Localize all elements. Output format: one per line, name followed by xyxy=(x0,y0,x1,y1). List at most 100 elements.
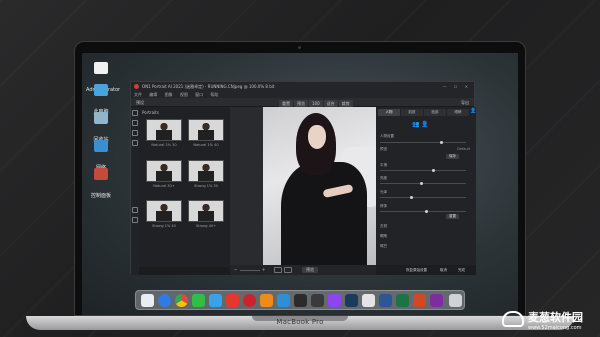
safari-icon[interactable] xyxy=(158,294,171,307)
window-title: ON1 Portrait AI 2021 (迷雅卓定) - RUNNING.CN… xyxy=(142,84,275,89)
preview-button[interactable]: 预览 xyxy=(294,100,308,107)
slider-knob[interactable] xyxy=(420,182,423,185)
portrait-thumbnail-image xyxy=(198,123,214,140)
powerpoint-icon[interactable] xyxy=(413,294,426,307)
menu-item-view[interactable]: 视图 xyxy=(180,92,188,97)
compare-tool-icon[interactable] xyxy=(132,217,138,223)
twitch-icon[interactable] xyxy=(328,294,341,307)
face-tool-icon[interactable] xyxy=(132,110,138,116)
menu-item-file[interactable]: 文件 xyxy=(134,92,142,97)
single-view-icon[interactable] xyxy=(274,267,282,273)
face-selector-icons[interactable]: 👥 👤 xyxy=(412,121,429,128)
vscode-icon[interactable] xyxy=(277,294,290,307)
control-panel-icon xyxy=(94,168,108,180)
portrait-thumbnail-image xyxy=(156,204,172,221)
dock xyxy=(135,290,465,310)
brush-tool-icon[interactable] xyxy=(132,120,138,126)
menu-item-window[interactable]: 窗口 xyxy=(195,92,203,97)
steam-icon[interactable] xyxy=(345,294,358,307)
github-icon[interactable] xyxy=(294,294,307,307)
save-button[interactable]: 保存 xyxy=(446,154,459,159)
tab-face[interactable]: 脸部 xyxy=(424,109,446,116)
zoom-tool-icon[interactable] xyxy=(132,207,138,213)
fit-button[interactable]: 适合 xyxy=(323,100,338,107)
wechat-icon[interactable] xyxy=(192,294,205,307)
image-canvas[interactable] xyxy=(230,107,377,265)
vlc-icon[interactable] xyxy=(260,294,273,307)
chrome-icon[interactable] xyxy=(175,294,188,307)
reset-button[interactable]: 重置 xyxy=(279,100,293,107)
presets-toggle-button[interactable]: 预设 xyxy=(136,98,144,107)
photo-subject-body xyxy=(281,162,367,265)
qq-icon[interactable] xyxy=(209,294,222,307)
preset-label: Natural 1% 40 xyxy=(193,143,219,147)
adjustment-row: 去斑 xyxy=(380,223,472,229)
export-button[interactable]: 导出 xyxy=(461,98,469,107)
row-label: 亮度 xyxy=(380,176,387,180)
row-label: 预设 xyxy=(380,147,387,151)
zoom-in-button[interactable]: + xyxy=(262,265,265,275)
adjustment-row: 预设 Default xyxy=(380,146,472,152)
adjustment-slider[interactable] xyxy=(380,182,466,185)
row-label: 光泽 xyxy=(380,190,387,194)
adjustments-panel: 人物 肌肤 脸部 眼睛 👤 👥 👤 人物设置 预设 Default 保存 平滑 xyxy=(376,107,476,275)
adjustment-row: 嘴巴 xyxy=(380,243,472,249)
preset-thumbnail[interactable] xyxy=(188,119,224,141)
zoom-slider[interactable] xyxy=(240,269,260,271)
excel-icon[interactable] xyxy=(396,294,409,307)
onenote-icon[interactable] xyxy=(430,294,443,307)
title-bar: ON1 Portrait AI 2021 (迷雅卓定) - RUNNING.CN… xyxy=(131,82,474,91)
preset-thumbnail[interactable] xyxy=(146,200,182,222)
cancel-button[interactable]: 取消 xyxy=(440,265,447,275)
done-button[interactable]: 完成 xyxy=(458,265,465,275)
restore-original-button[interactable]: 恢复原始设置 xyxy=(406,265,427,275)
preset-thumbnail[interactable] xyxy=(188,160,224,182)
zoom-100-button[interactable]: 100 xyxy=(309,100,323,107)
tab-skin[interactable]: 肌肤 xyxy=(401,109,423,116)
preview-toggle-button[interactable]: 预览 xyxy=(302,267,318,273)
row-label: 人物设置 xyxy=(380,134,394,138)
crop-button[interactable]: 裁剪 xyxy=(338,100,353,107)
slider-knob[interactable] xyxy=(432,169,435,172)
adjustment-slider[interactable] xyxy=(380,169,466,172)
preset-thumbnail[interactable] xyxy=(188,200,224,222)
preset-thumbnail[interactable] xyxy=(146,160,182,182)
view-mode-buttons xyxy=(274,267,294,277)
row-label: 眼睛 xyxy=(380,234,387,238)
tab-person[interactable]: 人物 xyxy=(378,109,400,116)
reset-panel-button[interactable]: 重置 xyxy=(446,214,459,219)
preset-thumbnail[interactable] xyxy=(146,119,182,141)
presets-panel: Portraits Natural 1% 30 Natural 1% 40 Na… xyxy=(139,107,230,275)
menu-item-image[interactable]: 图像 xyxy=(165,92,173,97)
adjustment-slider[interactable] xyxy=(380,196,466,199)
desktop-icon-control-panel[interactable]: 控制面板 xyxy=(86,168,116,201)
word-icon[interactable] xyxy=(379,294,392,307)
window-controls[interactable]: — ☐ ✕ xyxy=(443,82,471,91)
terminal-icon[interactable] xyxy=(311,294,324,307)
trash-icon[interactable] xyxy=(449,294,462,307)
slider-knob[interactable] xyxy=(425,210,428,213)
weibo-icon[interactable] xyxy=(226,294,239,307)
presets-category-title[interactable]: Portraits xyxy=(142,110,159,115)
netease-music-icon[interactable] xyxy=(243,294,256,307)
finder-icon[interactable] xyxy=(141,294,154,307)
eye-tool-icon[interactable] xyxy=(132,130,138,136)
adjustment-tabs: 人物 肌肤 脸部 眼睛 xyxy=(378,109,470,116)
menu-item-help[interactable]: 帮助 xyxy=(210,92,218,97)
slider-knob[interactable] xyxy=(440,141,443,144)
zoom-out-button[interactable]: − xyxy=(234,265,237,275)
slider-knob[interactable] xyxy=(410,196,413,199)
menu-bar: 文件 编辑 图像 视图 窗口 帮助 xyxy=(131,91,474,98)
hand-tool-icon[interactable] xyxy=(132,140,138,146)
preset-dropdown[interactable]: Default xyxy=(457,146,470,152)
adjustment-row: 亮度 xyxy=(380,175,472,181)
watermark-site-name: 麦葱软件园 xyxy=(528,311,583,324)
tab-eyes[interactable]: 眼睛 xyxy=(447,109,469,116)
user-icon[interactable]: 👤 xyxy=(470,109,476,114)
adjustment-slider[interactable] xyxy=(380,141,466,144)
split-view-icon[interactable] xyxy=(284,267,292,273)
menu-item-edit[interactable]: 编辑 xyxy=(149,92,157,97)
adjustment-slider[interactable] xyxy=(380,210,466,213)
java-icon[interactable] xyxy=(362,294,375,307)
adjustment-row: 修饰 xyxy=(380,203,472,209)
